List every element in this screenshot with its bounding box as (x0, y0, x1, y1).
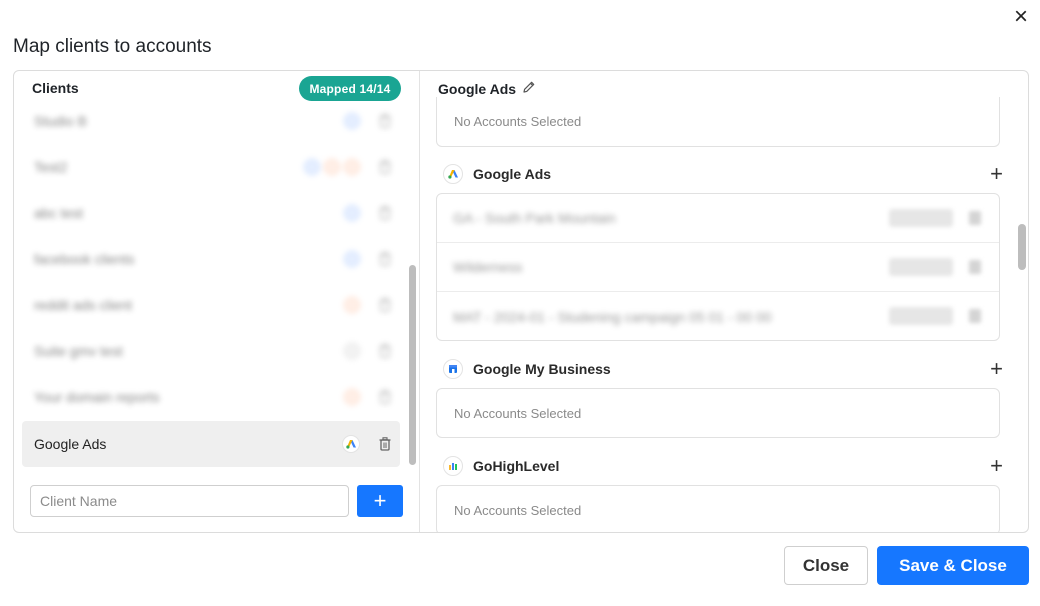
section-title: Google My Business (473, 361, 611, 377)
trash-icon[interactable] (378, 160, 392, 174)
google-my-business-icon (443, 359, 463, 379)
trash-icon[interactable] (378, 390, 392, 404)
reddit-icon (324, 159, 340, 175)
google-ads-icon (342, 435, 360, 453)
mapping-panel: Clients Mapped 14/14 Studio B Test2 abc … (13, 70, 1029, 533)
modal-title: Map clients to accounts (13, 36, 212, 57)
client-name: Studio B (34, 113, 87, 129)
google-ads-accounts-list: GA - South Park Mountain Wilderness MAT … (436, 193, 1000, 341)
close-icon[interactable]: × (1010, 5, 1032, 29)
client-row[interactable]: facebook clients (22, 236, 400, 282)
accounts-column: Google Ads No Accounts Selected Google A… (421, 71, 1028, 532)
client-row[interactable]: reddit ads client (22, 282, 400, 328)
section-title: GoHighLevel (473, 458, 560, 474)
remove-account-icon[interactable] (969, 211, 981, 225)
facebook-icon (304, 159, 320, 175)
account-name: MAT - 2024-01 - Studening campaign 05 01… (453, 308, 772, 325)
facebook-icon (344, 113, 360, 129)
client-row-icons (342, 421, 392, 467)
selected-client-title: Google Ads (438, 80, 517, 97)
remove-account-icon[interactable] (969, 309, 981, 323)
remove-account-icon[interactable] (969, 260, 981, 274)
trash-icon[interactable] (378, 298, 392, 312)
account-row[interactable]: Wilderness (437, 243, 999, 292)
client-row[interactable]: Suite gmv test (22, 328, 400, 374)
trash-icon[interactable] (378, 114, 392, 128)
selected-client-header: Google Ads (438, 80, 536, 97)
client-row[interactable]: Test2 (22, 144, 400, 190)
empty-accounts-box: No Accounts Selected (436, 97, 1000, 147)
trash-icon[interactable] (378, 437, 392, 451)
section-title: Google Ads (473, 166, 552, 182)
client-row[interactable]: Studio B (22, 98, 400, 144)
client-row-icons (344, 282, 392, 328)
section-google-ads: Google Ads + (443, 161, 1003, 187)
client-row-selected[interactable]: Google Ads (22, 421, 400, 467)
account-name: GA - South Park Mountain (453, 210, 616, 226)
add-account-button[interactable]: + (990, 356, 1003, 382)
account-name: Wilderness (453, 259, 523, 275)
add-account-button[interactable]: + (990, 453, 1003, 479)
clients-header: Clients (32, 80, 79, 96)
client-row-icons (344, 236, 392, 282)
empty-accounts-box: No Accounts Selected (436, 388, 1000, 438)
reddit-icon (344, 297, 360, 313)
client-name-input[interactable] (30, 485, 349, 517)
client-row[interactable]: abc test (22, 190, 400, 236)
section-google-my-business: Google My Business + (443, 356, 1003, 382)
save-and-close-button[interactable]: Save & Close (877, 546, 1029, 585)
section-gohighlevel: GoHighLevel + (443, 453, 1003, 479)
reddit-icon (344, 159, 360, 175)
client-name: Google Ads (34, 436, 107, 452)
edit-icon[interactable] (522, 80, 536, 97)
client-name: Suite gmv test (34, 343, 123, 359)
accounts-scrollbar[interactable] (1018, 224, 1026, 270)
facebook-icon (344, 251, 360, 267)
clients-column: Clients Mapped 14/14 Studio B Test2 abc … (14, 71, 420, 532)
client-row-icons (344, 98, 392, 144)
client-row[interactable]: Your domain reports (22, 374, 400, 420)
client-row-icons (344, 374, 392, 420)
client-row-icons (344, 328, 392, 374)
reddit-icon (344, 389, 360, 405)
platform-icon (344, 343, 360, 359)
account-row[interactable]: MAT - 2024-01 - Studening campaign 05 01… (437, 292, 999, 340)
clients-scrollbar[interactable] (409, 265, 416, 465)
facebook-icon (344, 205, 360, 221)
client-row-icons (304, 144, 392, 190)
client-name: facebook clients (34, 251, 135, 267)
google-ads-icon (443, 164, 463, 184)
account-id-badge (889, 258, 953, 276)
trash-icon[interactable] (378, 206, 392, 220)
trash-icon[interactable] (378, 344, 392, 358)
client-name: Test2 (34, 159, 68, 175)
trash-icon[interactable] (378, 252, 392, 266)
client-row-icons (344, 190, 392, 236)
account-row[interactable]: GA - South Park Mountain (437, 194, 999, 243)
client-name: Your domain reports (34, 389, 160, 405)
gohighlevel-icon (443, 456, 463, 476)
add-client-button[interactable]: + (357, 485, 403, 517)
close-button[interactable]: Close (784, 546, 868, 585)
add-account-button[interactable]: + (990, 161, 1003, 187)
empty-accounts-box: No Accounts Selected (436, 485, 1000, 532)
account-id-badge (889, 307, 953, 325)
client-name: reddit ads client (34, 297, 133, 313)
account-id-badge (889, 209, 953, 227)
client-name: abc test (34, 205, 84, 221)
